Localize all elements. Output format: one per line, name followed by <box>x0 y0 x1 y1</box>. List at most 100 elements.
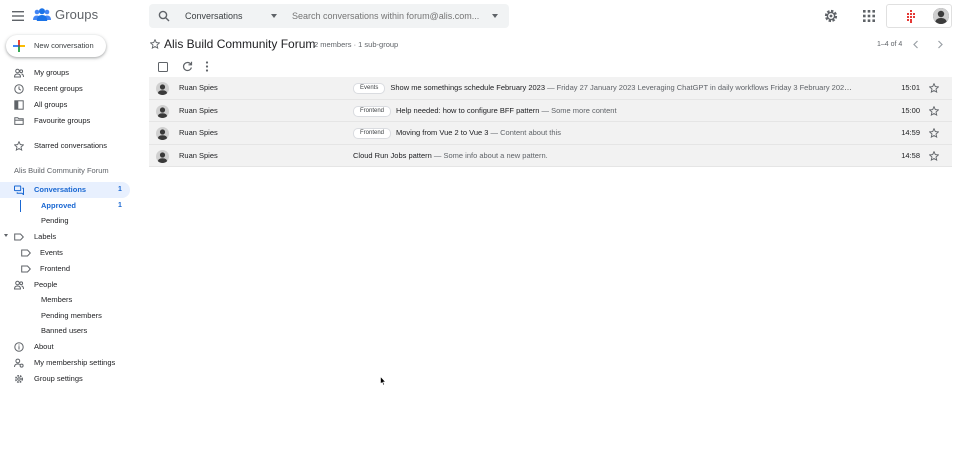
sidebar-item-label: Group settings <box>34 374 83 383</box>
account-switcher[interactable] <box>886 4 952 28</box>
main-menu-icon[interactable] <box>8 6 28 26</box>
sidebar-item-label: Members <box>41 295 73 304</box>
refresh-icon[interactable] <box>182 61 193 72</box>
sidebar-item-labels[interactable]: Labels <box>0 229 140 245</box>
new-conversation-button[interactable]: New conversation <box>6 35 106 57</box>
sidebar-item-label: Frontend <box>40 264 71 273</box>
sidebar-item-favourite-groups[interactable]: Favourite groups <box>0 113 140 129</box>
conversation-snippet: Events Show me somethings schedule Februa… <box>353 77 853 100</box>
groups-logo-icon <box>33 8 51 21</box>
search-options-icon[interactable] <box>492 14 498 18</box>
pagination-count: 1–4 of 4 <box>877 41 903 48</box>
sidebar-item-recent-groups[interactable]: Recent groups <box>0 81 140 97</box>
conversation-preview: — Friday 27 January 2023 Leveraging Chat… <box>545 83 853 92</box>
star-icon[interactable] <box>150 39 160 49</box>
conversations-count-badge: 1 <box>118 186 122 193</box>
sidebar-item-my-groups[interactable]: My groups <box>0 65 140 81</box>
sidebar-group-name: Alis Build Community Forum <box>14 166 109 175</box>
sidebar-item-banned-users[interactable]: Banned users <box>0 323 140 339</box>
conversation-time: 15:01 <box>901 83 920 92</box>
chevron-left-icon[interactable] <box>912 40 920 49</box>
search-icon[interactable] <box>158 10 170 22</box>
sidebar-item-membership-settings[interactable]: My membership settings <box>0 355 140 371</box>
sidebar-item-label: My groups <box>34 68 70 77</box>
app-name: Groups <box>55 7 99 22</box>
forum-icon <box>14 185 24 195</box>
app-header: Groups Conversations <box>0 0 960 32</box>
sidebar-item-people[interactable]: People <box>0 277 140 293</box>
conversation-time: 14:58 <box>901 150 920 160</box>
conversation-subject: Cloud Run Jobs pattern <box>353 150 432 160</box>
sidebar-item-label: Conversations <box>34 185 87 194</box>
label-chip[interactable]: Frontend <box>353 105 392 117</box>
conversation-row[interactable]: Ruan Spies Frontend Moving from Vue 2 to … <box>149 122 952 145</box>
sidebar-item-label: Starred conversations <box>34 141 107 150</box>
clock-icon <box>14 84 24 94</box>
sidebar-item-pending-members[interactable]: Pending members <box>0 308 140 324</box>
avatar <box>156 149 169 163</box>
folder-icon <box>14 117 24 125</box>
conversation-subject: Show me somethings schedule February 202… <box>390 83 546 92</box>
label-icon <box>21 249 31 257</box>
label-icon <box>21 265 31 273</box>
chevron-down-icon[interactable] <box>271 14 277 18</box>
sidebar-item-label: People <box>34 280 58 289</box>
conversation-row[interactable]: Ruan Spies Events Show me somethings sche… <box>149 77 952 100</box>
page-title: Alis Build Community Forum <box>164 37 316 51</box>
conversation-preview: — Content about this <box>488 128 561 137</box>
group-meta[interactable]: 2 members · 1 sub-group <box>314 40 398 50</box>
chevron-right-icon[interactable] <box>936 40 944 49</box>
apps-grid-icon[interactable] <box>862 9 876 23</box>
sidebar-item-label-frontend[interactable]: Frontend <box>0 261 140 277</box>
conversation-list: Ruan Spies Events Show me somethings sche… <box>149 77 952 167</box>
search-bar[interactable]: Conversations <box>149 4 509 28</box>
star-icon[interactable] <box>929 83 939 93</box>
label-chip[interactable]: Frontend <box>353 128 392 139</box>
avatar[interactable] <box>933 8 949 24</box>
star-icon[interactable] <box>929 128 939 138</box>
select-all-checkbox[interactable] <box>158 62 168 72</box>
people-icon <box>14 68 24 78</box>
sidebar-item-label: Favourite groups <box>34 116 91 125</box>
sidebar-item-starred-conversations[interactable]: Starred conversations <box>0 138 140 154</box>
sidebar-item-about[interactable]: About <box>0 339 140 355</box>
sidebar-item-members[interactable]: Members <box>0 292 140 308</box>
grid-book-icon <box>14 100 24 110</box>
star-icon[interactable] <box>929 150 939 161</box>
sidebar-item-label: Events <box>40 248 63 257</box>
sidebar-item-conversations[interactable]: Conversations 1 <box>0 182 130 198</box>
sidebar-item-label: My membership settings <box>34 358 116 367</box>
sidebar-item-approved[interactable]: Approved 1 <box>0 198 130 214</box>
sidebar-item-all-groups[interactable]: All groups <box>0 97 140 113</box>
info-icon <box>14 342 24 352</box>
groups-logo[interactable]: Groups <box>33 7 98 22</box>
more-vert-icon[interactable] <box>203 61 211 72</box>
sidebar-item-label-events[interactable]: Events <box>0 245 140 261</box>
conversation-row[interactable]: Ruan Spies Frontend Help needed: how to c… <box>149 99 952 122</box>
sidebar-item-label: About <box>34 342 54 351</box>
conversation-author: Ruan Spies <box>179 150 218 160</box>
conversation-preview: — Some info about a new pattern. <box>431 150 548 160</box>
gear-icon[interactable] <box>823 8 839 24</box>
conversation-preview: — Some more content <box>539 105 617 115</box>
sidebar-item-group-settings[interactable]: Group settings <box>0 371 140 387</box>
sidebar-item-label: Banned users <box>41 326 88 335</box>
sidebar-item-label: Recent groups <box>34 84 83 93</box>
search-input[interactable] <box>292 4 482 28</box>
gear-icon <box>14 374 24 384</box>
sidebar-item-pending[interactable]: Pending <box>0 213 130 229</box>
approved-count-badge: 1 <box>118 202 122 209</box>
conversation-author: Ruan Spies <box>179 83 218 92</box>
conversation-row[interactable]: Ruan Spies Cloud Run Jobs pattern — Some… <box>149 144 952 167</box>
star-icon[interactable] <box>929 105 939 116</box>
conversation-author: Ruan Spies <box>179 105 218 115</box>
sidebar-item-label: Labels <box>34 232 57 241</box>
avatar <box>156 104 169 118</box>
avatar <box>156 82 169 95</box>
person-settings-icon <box>14 358 24 368</box>
conversation-author: Ruan Spies <box>179 128 218 137</box>
label-icon <box>14 233 24 241</box>
conversation-snippet: Frontend Moving from Vue 2 to Vue 3 — Con… <box>353 122 853 145</box>
label-chip[interactable]: Events <box>353 83 386 94</box>
search-scope-select[interactable]: Conversations <box>185 4 279 28</box>
